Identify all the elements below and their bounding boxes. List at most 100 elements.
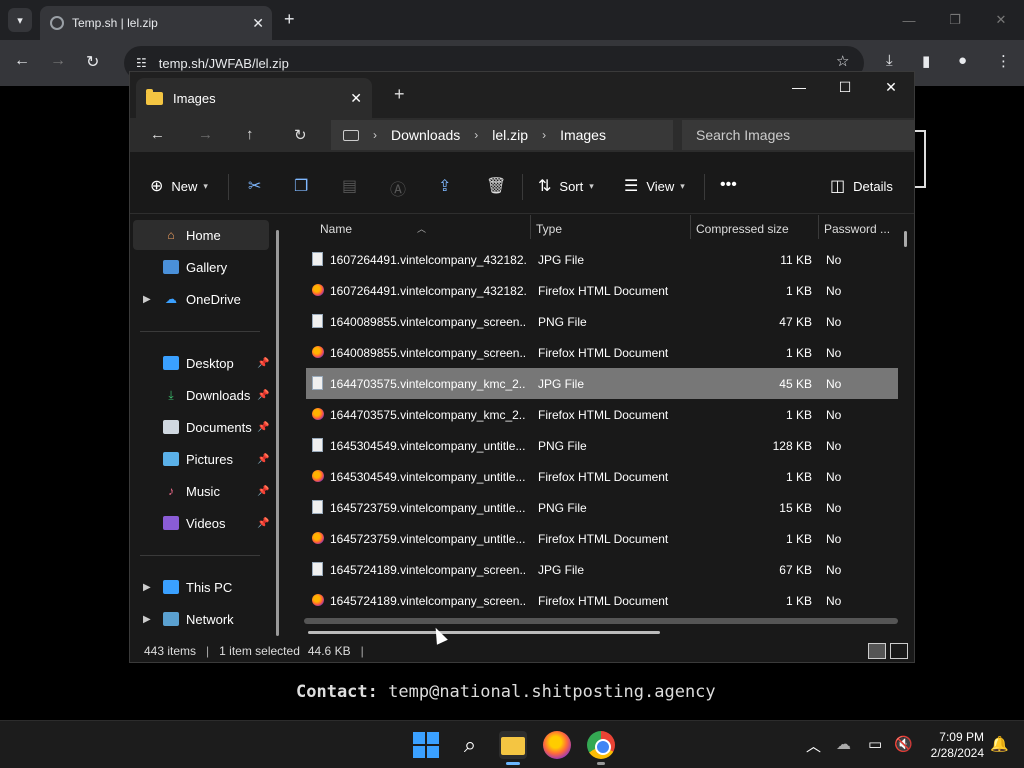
column-size[interactable]: Compressed size bbox=[696, 222, 789, 236]
sidebar-item-documents[interactable]: Documents 📌 bbox=[133, 412, 269, 442]
table-row[interactable]: 1640089855.vintelcompany_screen... PNG Fi… bbox=[306, 306, 898, 337]
minimize-icon[interactable]: — bbox=[776, 72, 822, 102]
rename-button[interactable]: Ⓐ bbox=[390, 176, 414, 200]
browser-tab[interactable]: Temp.sh | lel.zip ✕ bbox=[40, 6, 272, 40]
back-button[interactable]: ← bbox=[150, 126, 165, 143]
explorer-tab[interactable]: Images ✕ bbox=[136, 78, 372, 118]
volume-muted-icon[interactable]: 🔇 bbox=[894, 735, 913, 753]
more-options-button[interactable]: ••• bbox=[720, 176, 745, 194]
search-input[interactable]: Search Images bbox=[682, 120, 914, 150]
table-row[interactable]: 1607264491.vintelcompany_432182... Firefo… bbox=[306, 275, 898, 306]
table-row[interactable]: 1645724189.vintelcompany_screen... JPG Fi… bbox=[306, 554, 898, 585]
profile-icon[interactable]: ● bbox=[958, 52, 967, 69]
more-menu-icon[interactable]: ⋮ bbox=[996, 52, 1011, 70]
table-row[interactable]: 1645723759.vintelcompany_untitle... Firef… bbox=[306, 523, 898, 554]
file-name: 1645724189.vintelcompany_screen... bbox=[330, 594, 526, 608]
table-row[interactable]: 1640089855.vintelcompany_screen... Firefo… bbox=[306, 337, 898, 368]
table-row[interactable]: 1645724189.vintelcompany_screen... Firefo… bbox=[306, 585, 898, 616]
column-type[interactable]: Type bbox=[536, 222, 562, 236]
close-window-icon[interactable]: ✕ bbox=[978, 0, 1024, 40]
sidebar-item-videos[interactable]: Videos 📌 bbox=[133, 508, 269, 538]
vertical-scrollbar[interactable] bbox=[904, 231, 907, 247]
column-divider[interactable] bbox=[530, 215, 531, 239]
sidebar-item-onedrive[interactable]: ▶ ☁ OneDrive bbox=[133, 284, 269, 314]
column-divider[interactable] bbox=[818, 215, 819, 239]
divider bbox=[140, 555, 260, 556]
breadcrumb-zip[interactable]: lel.zip bbox=[492, 127, 528, 143]
breadcrumb-downloads[interactable]: Downloads bbox=[391, 127, 460, 143]
horizontal-scroll-track[interactable] bbox=[304, 618, 898, 624]
table-row[interactable]: 1644703575.vintelcompany_kmc_2... Firefox… bbox=[306, 399, 898, 430]
column-divider[interactable] bbox=[690, 215, 691, 239]
bookmark-star-icon[interactable]: ☆ bbox=[836, 52, 849, 70]
view-button[interactable]: ☰ View ▾ bbox=[624, 176, 685, 196]
sidebar-item-home[interactable]: ⌂ Home bbox=[133, 220, 269, 250]
sidebar-item-network[interactable]: ▶ Network bbox=[133, 604, 269, 634]
onedrive-tray-icon[interactable]: ☁ bbox=[836, 735, 851, 753]
sidebar-item-gallery[interactable]: Gallery bbox=[133, 252, 269, 282]
breadcrumb-images[interactable]: Images bbox=[560, 127, 606, 143]
tray-chevron-up-icon[interactable]: ︿ bbox=[806, 735, 821, 756]
minimize-icon[interactable]: — bbox=[886, 0, 932, 40]
table-row[interactable]: 1607264491.vintelcompany_432182... JPG Fi… bbox=[306, 244, 898, 275]
new-tab-button[interactable]: + bbox=[394, 84, 405, 105]
new-button[interactable]: ⊕ New ▾ bbox=[150, 176, 208, 196]
maximize-icon[interactable]: ☐ bbox=[822, 72, 868, 102]
network-tray-icon[interactable]: ▭ bbox=[868, 735, 882, 753]
firefox-app-icon[interactable] bbox=[543, 731, 571, 759]
sidebar-scrollbar[interactable] bbox=[276, 230, 279, 636]
back-button[interactable]: ← bbox=[14, 52, 30, 70]
notification-bell-icon[interactable]: 🔔 bbox=[990, 735, 1009, 753]
forward-button[interactable]: → bbox=[198, 126, 213, 143]
up-button[interactable]: ↑ bbox=[246, 126, 254, 143]
sidebar-item-pictures[interactable]: Pictures 📌 bbox=[133, 444, 269, 474]
contact-email[interactable]: temp@national.shitposting.agency bbox=[388, 682, 716, 702]
taskbar-search-icon[interactable]: ⌕ bbox=[456, 731, 484, 759]
divider bbox=[522, 174, 523, 200]
sidebar-item-thispc[interactable]: ▶ This PC bbox=[133, 572, 269, 602]
table-row[interactable]: 1645304549.vintelcompany_untitle... PNG F… bbox=[306, 430, 898, 461]
firefox-file-icon bbox=[312, 408, 324, 420]
reload-button[interactable]: ↻ bbox=[86, 52, 99, 72]
details-view-icon[interactable] bbox=[868, 643, 886, 659]
table-row[interactable]: 1645304549.vintelcompany_untitle... Firef… bbox=[306, 461, 898, 492]
table-row[interactable]: 1644703575.vintelcompany_kmc_2... JPG Fil… bbox=[306, 368, 898, 399]
table-row[interactable]: 1645723759.vintelcompany_untitle... PNG F… bbox=[306, 492, 898, 523]
gallery-icon bbox=[163, 260, 179, 274]
copy-button[interactable]: ❐ bbox=[294, 176, 316, 196]
forward-button[interactable]: → bbox=[50, 52, 66, 70]
sidebar-item-desktop[interactable]: Desktop 📌 bbox=[133, 348, 269, 378]
refresh-button[interactable]: ↻ bbox=[294, 126, 307, 144]
paste-button[interactable]: ▤ bbox=[342, 176, 365, 196]
horizontal-scrollbar[interactable] bbox=[308, 631, 660, 634]
download-icon[interactable]: ⤓ bbox=[886, 52, 893, 69]
close-tab-icon[interactable]: ✕ bbox=[350, 90, 362, 107]
close-tab-icon[interactable]: ✕ bbox=[252, 15, 264, 32]
close-window-icon[interactable]: ✕ bbox=[868, 72, 914, 102]
file-explorer-app[interactable] bbox=[499, 731, 527, 765]
cut-button[interactable]: ✂ bbox=[248, 176, 269, 196]
clock[interactable]: 7:09 PM 2/28/2024 bbox=[922, 729, 984, 761]
chevron-right-icon[interactable]: ▶ bbox=[143, 582, 151, 593]
restore-icon[interactable]: ❐ bbox=[932, 0, 978, 40]
file-password: No bbox=[826, 439, 842, 453]
chevron-right-icon[interactable]: ▶ bbox=[143, 294, 151, 305]
chrome-app-icon[interactable] bbox=[587, 731, 615, 765]
tab-search-button[interactable]: ▾ bbox=[8, 8, 32, 32]
breadcrumb[interactable]: › Downloads › lel.zip › Images bbox=[331, 120, 673, 150]
delete-button[interactable]: 🗑 bbox=[486, 176, 514, 196]
start-button[interactable] bbox=[412, 731, 440, 759]
sidebar-item-music[interactable]: ♪ Music 📌 bbox=[133, 476, 269, 506]
thumbnail-view-icon[interactable] bbox=[890, 643, 908, 659]
details-button[interactable]: ◫ Details bbox=[830, 176, 893, 196]
site-info-icon[interactable]: ☷ bbox=[136, 56, 147, 70]
sidebar-item-downloads[interactable]: ⤓ Downloads 📌 bbox=[133, 380, 269, 410]
folder-icon bbox=[146, 88, 163, 105]
sort-button[interactable]: ⇅ Sort ▾ bbox=[538, 176, 594, 196]
column-name[interactable]: Name bbox=[320, 222, 352, 236]
chevron-right-icon[interactable]: ▶ bbox=[143, 614, 151, 625]
side-panel-icon[interactable]: ▮ bbox=[922, 52, 930, 70]
column-password[interactable]: Password ... bbox=[824, 222, 890, 236]
new-tab-button[interactable]: + bbox=[284, 9, 295, 30]
share-button[interactable]: ⇪ bbox=[438, 176, 459, 196]
